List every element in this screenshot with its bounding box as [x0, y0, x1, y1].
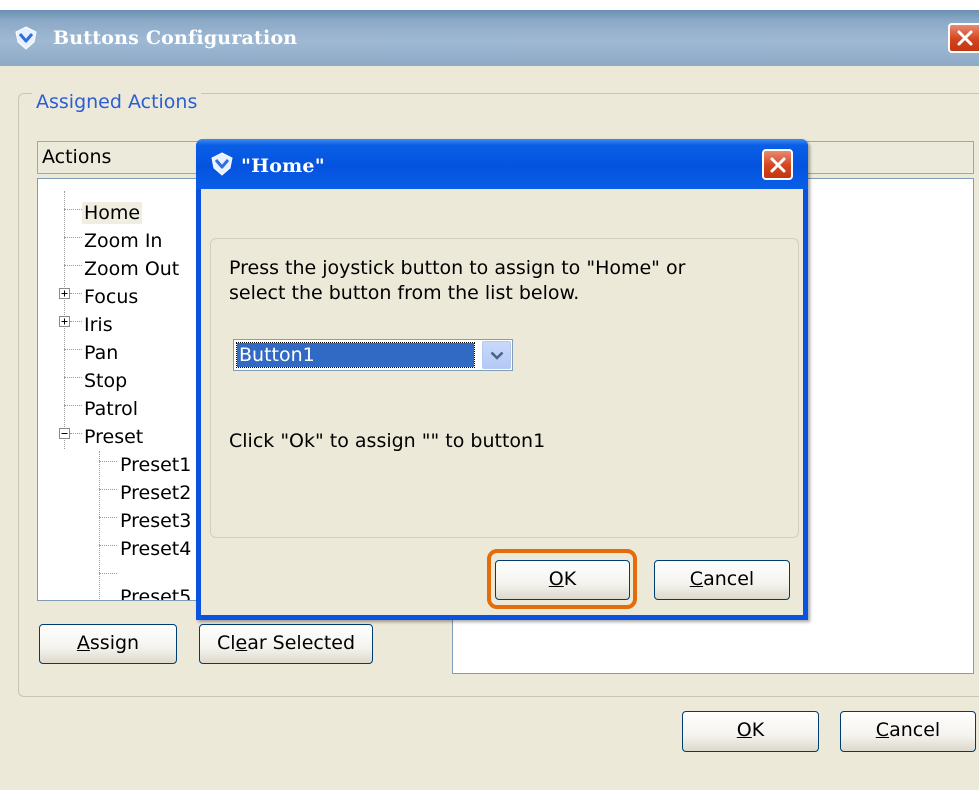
instruction-text: select the button from the list below.	[229, 282, 580, 304]
tree-item-preset1[interactable]: Preset1	[118, 451, 193, 479]
assign-label-rest: ssign	[89, 632, 140, 654]
tree-item-label: Iris	[84, 314, 113, 336]
tree-item-preset[interactable]: Preset	[82, 423, 145, 451]
tree-connector	[99, 517, 117, 518]
tree-item-pan[interactable]: Pan	[82, 339, 120, 367]
assigned-actions-label: Assigned Actions	[32, 91, 202, 113]
tree-item-label: Zoom In	[84, 230, 163, 252]
tree-connector	[64, 349, 82, 350]
tree-item-label: Stop	[84, 370, 128, 392]
tree-connector	[64, 377, 82, 378]
tree-connector	[99, 545, 117, 546]
tree-item-zoom-in[interactable]: Zoom In	[82, 227, 164, 255]
app-icon	[15, 26, 37, 50]
close-button[interactable]	[948, 23, 979, 53]
tree-item-zoom-out[interactable]: Zoom Out	[82, 255, 181, 283]
window-title: Buttons Configuration	[53, 27, 298, 49]
tree-connector	[70, 293, 82, 294]
tree-item-preset5[interactable]: Preset5	[118, 583, 193, 601]
tree-item-preset3[interactable]: Preset3	[118, 507, 193, 535]
tree-item-focus[interactable]: Focus	[82, 283, 140, 311]
expand-plus-icon[interactable]	[59, 288, 70, 299]
tree-item-label: Focus	[84, 286, 139, 308]
tree-item-home[interactable]: Home	[82, 199, 143, 227]
cancel-label-rest: ancel	[703, 568, 755, 590]
cancel-mnemonic: C	[875, 719, 890, 741]
tree-item-label: Patrol	[84, 398, 138, 420]
tree-item-label: Home	[82, 202, 143, 224]
chevron-down-icon	[490, 351, 504, 360]
ok-button-highlight	[487, 549, 637, 609]
ok-label-rest: K	[751, 719, 765, 741]
expand-plus-icon[interactable]	[59, 316, 70, 327]
assign-hint-text: Click "Ok" to assign "" to button1	[229, 430, 546, 452]
instruction-text: Press the joystick button to assign to "…	[229, 257, 686, 279]
tree-item-stop[interactable]: Stop	[82, 367, 129, 395]
tree-connector	[64, 209, 82, 210]
tree-item-label: Preset3	[120, 510, 192, 532]
clear-label-pre: Cl	[216, 632, 236, 654]
collapse-minus-icon[interactable]	[59, 428, 70, 439]
clear-label-rest: ar Selected	[247, 632, 356, 654]
actions-tree[interactable]: Home Zoom In Zoom Out Focus Iris Pan Sto…	[37, 178, 198, 601]
tree-connector	[70, 433, 82, 434]
clear-mnemonic: e	[235, 632, 248, 654]
actions-header-label: Actions	[42, 146, 112, 168]
close-icon	[957, 30, 972, 46]
cancel-button[interactable]: Cancel	[840, 711, 976, 752]
tree-item-iris[interactable]: Iris	[82, 311, 115, 339]
dropdown-button[interactable]	[482, 341, 511, 369]
clear-selected-button[interactable]: Clear Selected	[199, 624, 373, 664]
dialog-close-button[interactable]	[762, 149, 793, 180]
tree-item-patrol[interactable]: Patrol	[82, 395, 140, 423]
tree-item-label: Preset4	[120, 538, 192, 560]
button-select-value: Button1	[236, 342, 475, 368]
dialog-cancel-button[interactable]: Cancel	[654, 560, 790, 600]
assign-button[interactable]: Assign	[39, 624, 177, 664]
tree-connector	[99, 573, 117, 574]
tree-connector	[70, 321, 82, 322]
home-assign-dialog: "Home" Press the joystick button to assi…	[196, 139, 808, 620]
dialog-title: "Home"	[241, 155, 325, 177]
app-icon	[211, 152, 233, 176]
assign-mnemonic: A	[76, 632, 90, 654]
tree-item-label: Preset	[84, 426, 144, 448]
tree-connector	[99, 461, 117, 462]
tree-item-preset4[interactable]: Preset4	[118, 535, 193, 563]
main-title-bar[interactable]: Buttons Configuration	[0, 10, 979, 66]
tree-item-preset2[interactable]: Preset2	[118, 479, 193, 507]
tree-connector	[64, 405, 82, 406]
tree-item-label: Preset5	[120, 586, 192, 601]
tree-item-label: Preset2	[120, 482, 192, 504]
tree-item-label: Pan	[84, 342, 119, 364]
tree-item-label: Preset1	[120, 454, 192, 476]
button-select[interactable]: Button1	[233, 339, 513, 371]
ok-button[interactable]: OK	[682, 711, 819, 752]
tree-connector	[64, 265, 82, 266]
cancel-label-rest: ancel	[889, 719, 941, 741]
close-icon	[770, 157, 785, 172]
ok-mnemonic: O	[736, 719, 752, 741]
cancel-mnemonic: C	[689, 568, 704, 590]
tree-item-label: Zoom Out	[84, 258, 180, 280]
tree-connector	[64, 237, 82, 238]
dialog-title-bar[interactable]: "Home"	[196, 139, 808, 189]
tree-connector	[99, 451, 100, 600]
tree-connector	[99, 489, 117, 490]
